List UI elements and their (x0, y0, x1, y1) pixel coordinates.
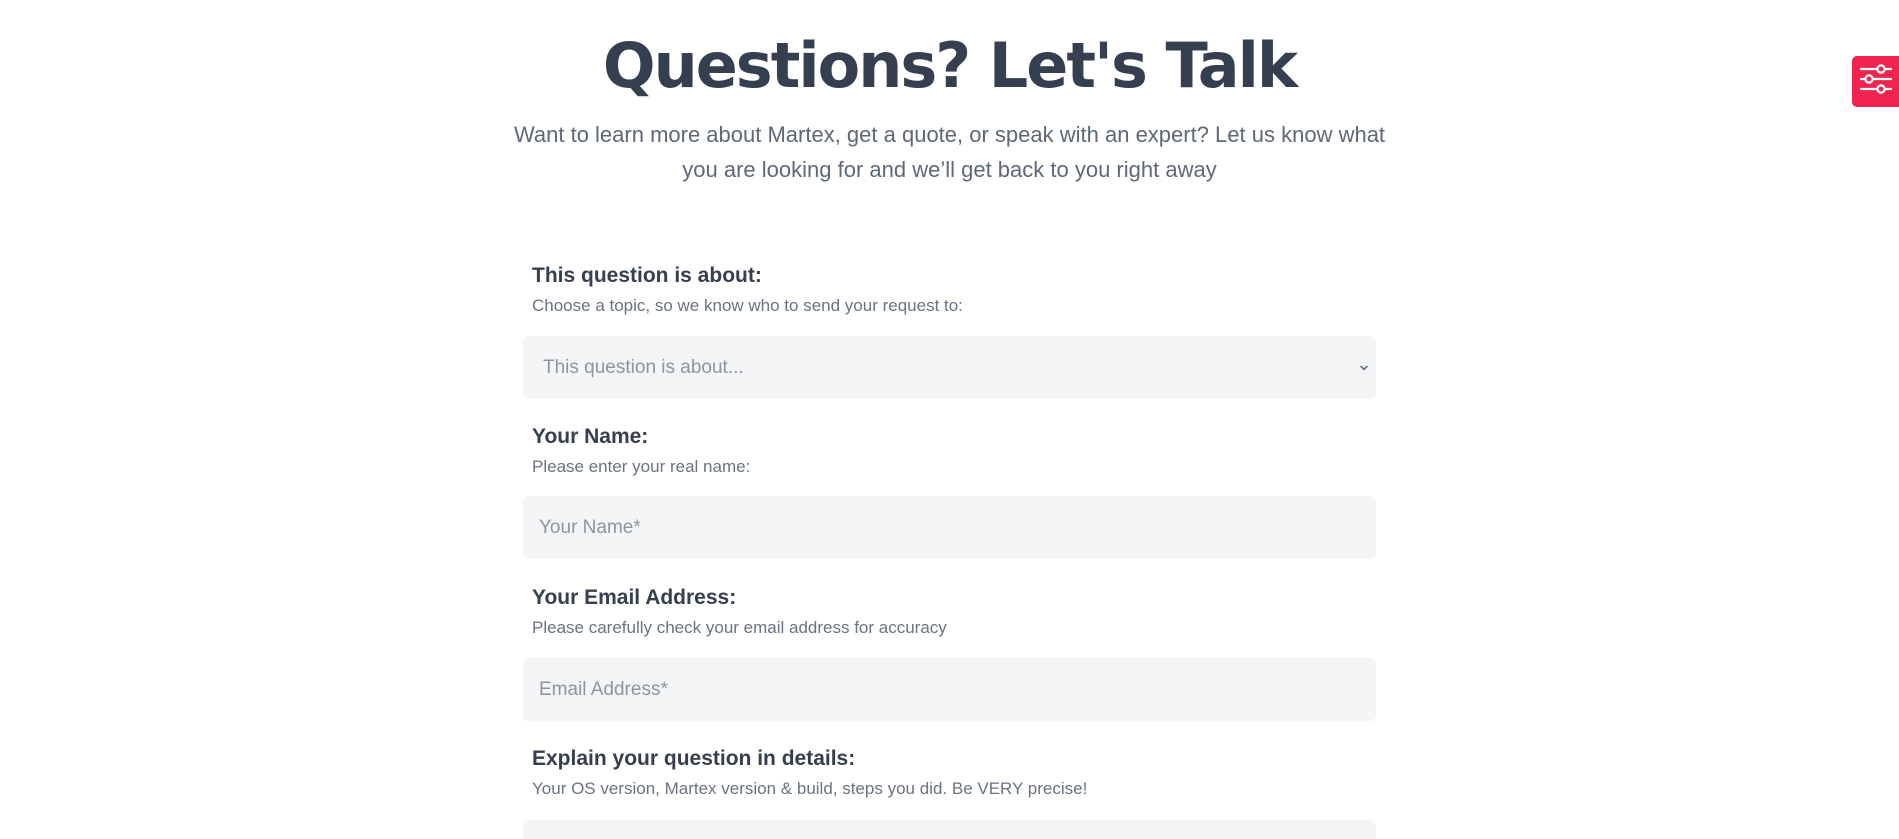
details-hint: Your OS version, Martex version & build,… (532, 779, 1088, 798)
name-hint: Please enter your real name: (532, 457, 751, 476)
topic-hint: Choose a topic, so we know who to send y… (532, 296, 963, 315)
email-label: Your Email Address: (532, 586, 737, 609)
chevron-down-icon (1358, 336, 1370, 399)
page-title: Questions? Let's Talk (602, 29, 1298, 102)
page-subtitle: Want to learn more about Martex, get a q… (513, 122, 1386, 182)
settings-tab-button[interactable] (1852, 56, 1899, 107)
topic-select-value: This question is about... (543, 357, 744, 378)
contact-page: Questions? Let's Talk Want to learn more… (0, 0, 1899, 839)
email-input[interactable]: Email Address* (523, 658, 1376, 721)
details-textarea[interactable] (523, 820, 1376, 839)
topic-label: This question is about: (532, 264, 762, 287)
name-input[interactable]: Your Name* (523, 496, 1376, 559)
name-label: Your Name: (532, 425, 649, 448)
topic-select[interactable]: This question is about... (523, 336, 1376, 399)
sliders-icon (1858, 61, 1894, 102)
email-hint: Please carefully check your email addres… (532, 618, 947, 637)
details-label: Explain your question in details: (532, 747, 856, 770)
